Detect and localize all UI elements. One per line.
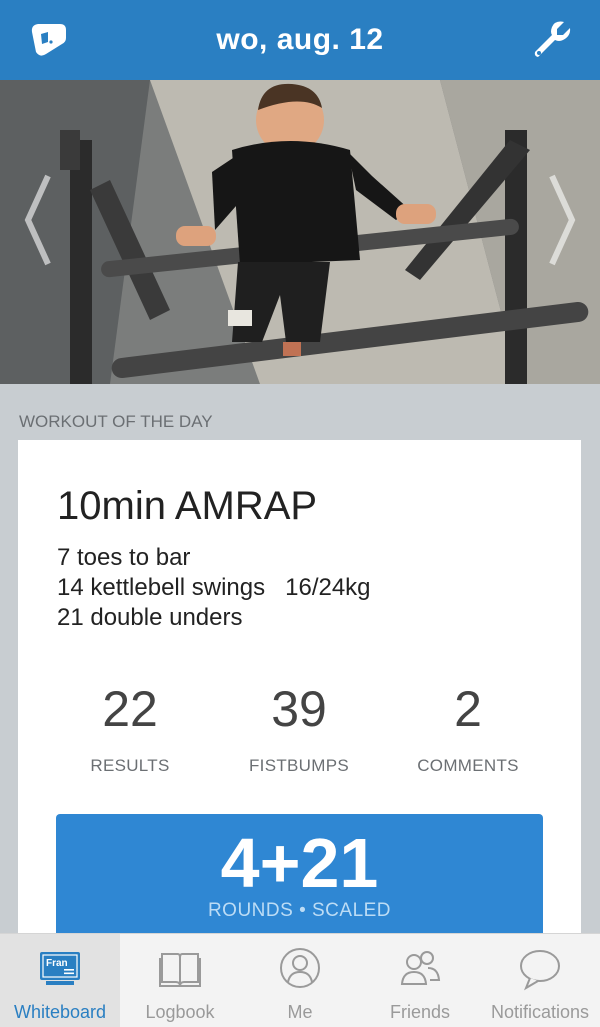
workout-card[interactable]: 10min AMRAP 7 toes to bar 14 kettlebell … [18,440,581,934]
stat-results[interactable]: 22 RESULTS [50,680,210,776]
tab-label: Me [287,1002,313,1022]
book-icon [158,944,202,992]
friends-icon [398,944,442,992]
tab-whiteboard[interactable]: Fran Whiteboard [0,934,120,1027]
chevron-right-icon[interactable] [548,172,578,268]
page-title: wo, aug. 12 [216,23,384,56]
stat-label: FISTBUMPS [249,756,349,775]
workout-photo [0,80,600,384]
tab-bar: Fran Whiteboard Logbook Me Friends Notif… [0,933,600,1027]
tab-label: Logbook [145,1002,215,1022]
top-bar: wo, aug. 12 [0,0,600,80]
whiteboard-icon: Fran [38,944,82,992]
section-label: WORKOUT OF THE DAY [19,412,213,431]
stat-label: COMMENTS [417,756,519,775]
workout-description: 7 toes to bar 14 kettlebell swings 16/24… [57,543,371,633]
stat-value: 39 [271,681,327,737]
tab-label: Notifications [490,1002,590,1022]
tab-notifications[interactable]: Notifications [480,934,600,1027]
stat-label: RESULTS [90,756,170,775]
tab-logbook[interactable]: Logbook [120,934,240,1027]
wrench-icon[interactable] [530,18,574,62]
workout-line: 14 kettlebell swings 16/24kg [57,574,371,601]
stat-comments[interactable]: 2 COMMENTS [388,680,548,776]
stat-value: 22 [102,681,158,737]
chevron-left-icon[interactable] [22,172,52,268]
workout-line: 7 toes to bar [57,544,191,571]
speech-bubble-icon [518,944,562,992]
tab-label: Friends [389,1002,451,1022]
stat-value: 2 [454,681,482,737]
stat-fistbumps[interactable]: 39 FISTBUMPS [219,680,379,776]
my-result-button[interactable]: 4+21 ROUNDS • SCALED [56,814,543,934]
tab-friends[interactable]: Friends [360,934,480,1027]
person-icon [278,944,322,992]
workout-line: 21 double unders [57,604,243,631]
result-score: 4+21 [220,824,379,902]
workout-title: 10min AMRAP [57,484,318,528]
tab-label: Whiteboard [13,1002,107,1022]
whiteboard-badge: Fran [46,958,68,969]
result-detail: ROUNDS • SCALED [207,900,392,921]
tab-me[interactable]: Me [240,934,360,1027]
